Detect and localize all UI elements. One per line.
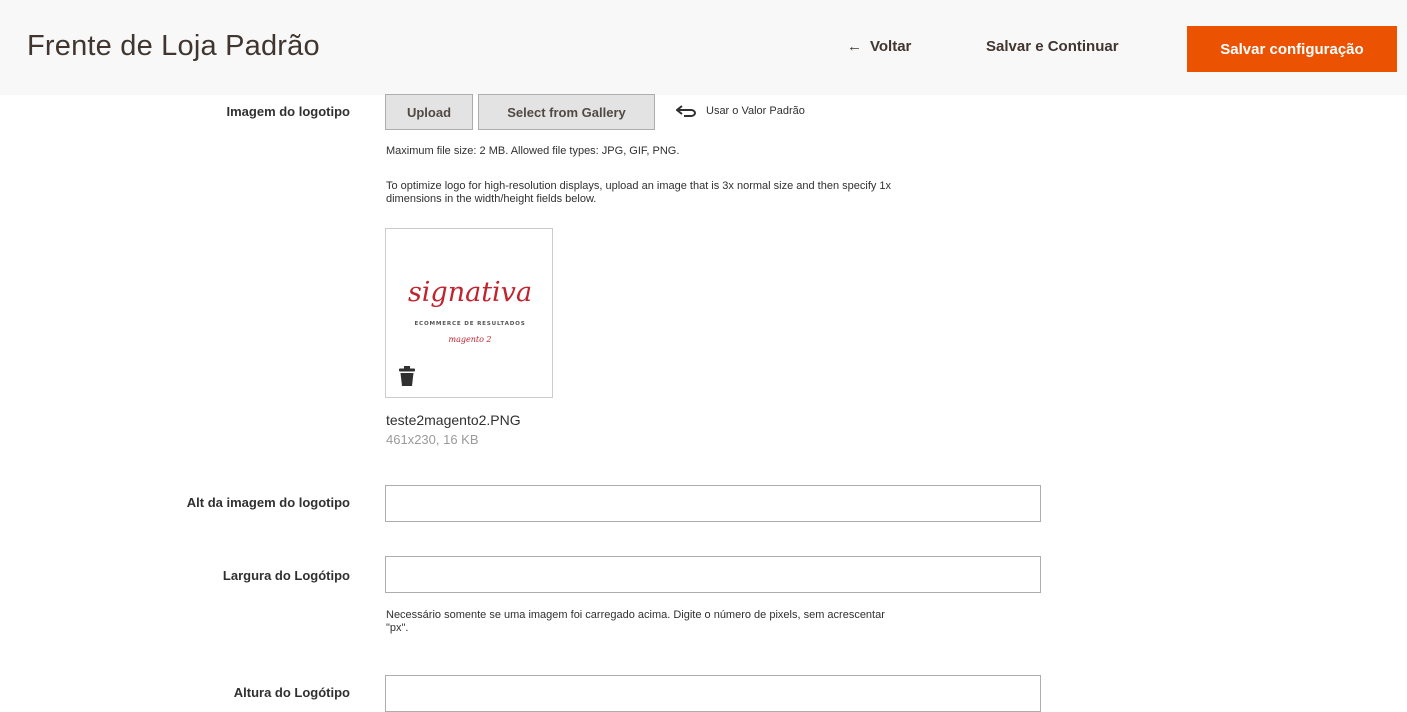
logo-alt-input[interactable] (385, 485, 1041, 522)
upload-button[interactable]: Upload (385, 94, 473, 130)
width-note-line2: "px". (386, 622, 409, 634)
back-button-label: Voltar (870, 38, 912, 55)
width-note-line1: Necessário somente se uma imagem foi car… (386, 609, 885, 621)
optimize-note-line1: To optimize logo for high-resolution dis… (386, 180, 892, 192)
logo-file-meta: 461x230, 16 KB (386, 432, 479, 447)
max-file-size-note: Maximum file size: 2 MB. Allowed file ty… (386, 145, 680, 157)
back-button[interactable]: ← Voltar (847, 38, 911, 55)
logo-image: signativa ECOMMERCE DE RESULTADOS magent… (408, 277, 532, 344)
logo-word: signativa (408, 277, 532, 308)
save-config-button[interactable]: Salvar configuração (1187, 26, 1397, 72)
logo-image-label: Imagem do logotipo (226, 104, 351, 119)
logo-height-input[interactable] (385, 675, 1041, 712)
logo-height-label: Altura do Logótipo (233, 685, 350, 700)
logo-file-name: teste2magento2.PNG (386, 412, 521, 428)
logo-width-input[interactable] (385, 556, 1041, 593)
logo-alt-label: Alt da imagem do logotipo (186, 495, 350, 510)
use-default-value-link[interactable]: Usar o Valor Padrão (676, 105, 805, 117)
logo-tagline: ECOMMERCE DE RESULTADOS (414, 321, 525, 327)
back-arrow-icon: ← (847, 38, 862, 55)
trash-icon[interactable] (399, 366, 415, 386)
logo-sub: magento 2 (448, 335, 491, 344)
optimize-note-line2: dimensions in the width/height fields be… (386, 193, 597, 205)
use-default-value-label: Usar o Valor Padrão (706, 105, 805, 117)
logo-width-label: Largura do Logótipo (222, 568, 350, 583)
undo-arrow-icon (676, 105, 696, 117)
logo-preview: signativa ECOMMERCE DE RESULTADOS magent… (385, 228, 553, 398)
save-and-continue-button[interactable]: Salvar e Continuar (986, 38, 1119, 55)
page-title: Frente de Loja Padrão (27, 30, 320, 62)
select-from-gallery-button[interactable]: Select from Gallery (478, 94, 655, 130)
page-header: Frente de Loja Padrão ← Voltar Salvar e C… (0, 0, 1407, 95)
